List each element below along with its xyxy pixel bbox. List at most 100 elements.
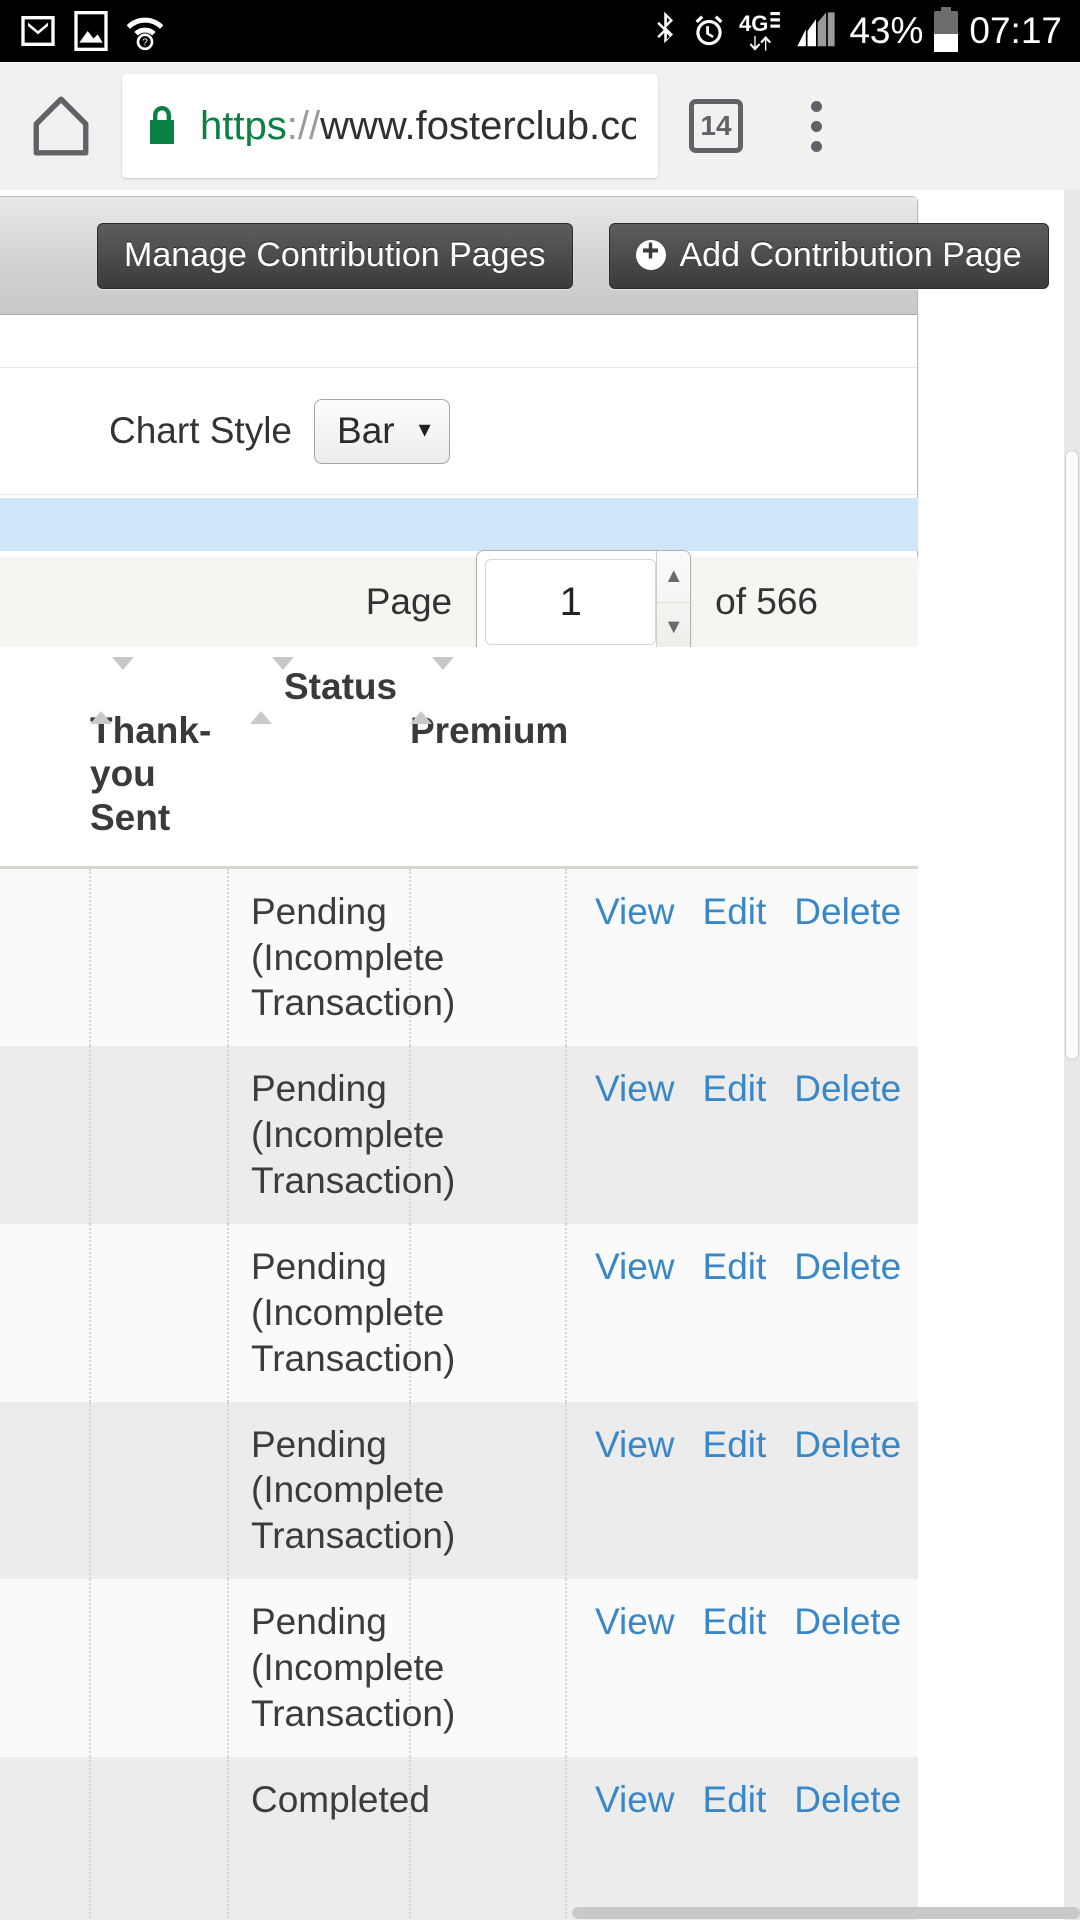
page-scrollbar-thumb[interactable]	[1065, 450, 1079, 1060]
cell-received-date: mber 017 M	[0, 1046, 91, 1224]
url-host: www.fosterclub.com	[320, 106, 636, 146]
browser-menu-button[interactable]	[768, 100, 864, 152]
delete-link[interactable]: Delete	[794, 1777, 901, 1823]
edit-link[interactable]: Edit	[703, 1244, 767, 1290]
battery-percent-label: 43%	[849, 9, 924, 51]
cell-status: Pending (Incomplete Transaction)	[228, 867, 455, 1047]
table-header: eived Thank-you Sent Status Premium	[0, 647, 918, 869]
edit-link[interactable]: Edit	[703, 1599, 767, 1645]
view-link[interactable]: View	[595, 889, 675, 935]
view-link[interactable]: View	[595, 1244, 675, 1290]
chart-style-row: Chart Style Bar ▾	[0, 367, 917, 495]
battery-icon	[934, 6, 959, 52]
delete-link[interactable]: Delete	[794, 889, 901, 935]
lock-icon	[150, 106, 174, 144]
column-header-received[interactable]: eived	[0, 647, 90, 869]
web-page-viewport[interactable]: Manage Contribution Pages + Add Contribu…	[0, 190, 1080, 1920]
cell-thankyou-sent	[90, 1756, 229, 1920]
edit-link[interactable]: Edit	[703, 1066, 767, 1112]
cell-thankyou-sent	[90, 1401, 229, 1580]
table-row: mber 017 M Pending (Incomplete Transactio…	[0, 1579, 918, 1757]
cell-status: Pending (Incomplete Transaction)	[228, 1223, 455, 1402]
column-header-thankyou-sent-label: Thank-you Sent	[90, 709, 212, 838]
clock-label: 07:17	[969, 9, 1062, 51]
url-scheme: https	[200, 106, 287, 146]
manage-contribution-pages-button[interactable]: Manage Contribution Pages	[97, 222, 573, 289]
cell-thankyou-sent	[90, 1223, 229, 1402]
cell-received-date: mber 017 M	[0, 1223, 91, 1402]
cell-received-date: mber 017 M	[0, 1756, 91, 1920]
page-number-stepper[interactable]: 1 ▲ ▼	[476, 550, 692, 654]
cell-status: Completed	[228, 1756, 430, 1920]
page-label: Page	[365, 581, 453, 622]
cell-actions: View Edit Delete	[566, 1401, 918, 1580]
column-header-premium[interactable]: Premium	[410, 647, 568, 869]
cell-actions: View Edit Delete	[566, 867, 918, 1047]
delete-link[interactable]: Delete	[794, 1066, 901, 1112]
svg-text:?: ?	[142, 38, 148, 49]
add-contribution-page-button[interactable]: + Add Contribution Page	[608, 222, 1049, 289]
page-total-label: of 566	[715, 581, 818, 622]
cell-received-date: mber 017 M	[0, 1401, 91, 1580]
table-horizontal-scrollbar-thumb[interactable]	[572, 1907, 1080, 1919]
cell-actions: View Edit Delete	[566, 1223, 918, 1402]
page-number-input[interactable]: 1	[485, 559, 657, 645]
cell-received-date: mber 017 M	[0, 867, 91, 1047]
cell-status: Pending (Incomplete Transaction)	[228, 1046, 455, 1224]
tab-switcher-button[interactable]: 14	[664, 99, 768, 153]
cell-thankyou-sent	[90, 867, 229, 1047]
gmail-icon	[21, 16, 55, 46]
chart-style-value: Bar	[337, 409, 395, 451]
cell-received-date: mber 017 M	[0, 1579, 91, 1757]
sort-arrows-icon[interactable]	[90, 657, 134, 724]
table-row: mber 017 M Completed View Edit Delete	[0, 1756, 918, 1920]
view-link[interactable]: View	[595, 1422, 675, 1468]
column-header-thankyou-sent[interactable]: Thank-you Sent	[90, 647, 228, 869]
url-separator: ://	[286, 106, 321, 146]
edit-link[interactable]: Edit	[703, 1777, 767, 1823]
caret-up-icon[interactable]: ▲	[657, 551, 691, 603]
network-4g-icon: 4G	[739, 11, 781, 36]
address-bar[interactable]: https://www.fosterclub.com	[122, 74, 658, 178]
delete-link[interactable]: Delete	[794, 1422, 901, 1468]
cell-status: Pending (Incomplete Transaction)	[228, 1401, 455, 1580]
table-row: mber 017 M Pending (Incomplete Transactio…	[0, 1046, 918, 1224]
table-header-row: eived Thank-you Sent Status Premium	[0, 647, 918, 869]
page-stepper-buttons[interactable]: ▲ ▼	[656, 551, 691, 654]
cell-status: Pending (Incomplete Transaction)	[228, 1579, 455, 1757]
chart-style-select[interactable]: Bar ▾	[314, 398, 450, 464]
sort-arrows-icon[interactable]	[250, 657, 294, 724]
cell-actions: View Edit Delete	[566, 1579, 918, 1757]
view-link[interactable]: View	[595, 1066, 675, 1112]
contributions-table: eived Thank-you Sent Status Premium mber…	[0, 647, 918, 1920]
cell-actions: View Edit Delete	[566, 1046, 918, 1224]
table-horizontal-scrollbar-track[interactable]	[0, 1906, 1080, 1920]
sort-arrows-icon[interactable]	[410, 657, 454, 724]
cell-thankyou-sent	[90, 1579, 229, 1757]
table-row: mber 017 M Pending (Incomplete Transactio…	[0, 1223, 918, 1402]
tab-count-label: 14	[689, 99, 743, 153]
table-row: mber 017 M Pending (Incomplete Transactio…	[0, 867, 918, 1047]
delete-link[interactable]: Delete	[794, 1244, 901, 1290]
table-row: mber 017 M Pending (Incomplete Transactio…	[0, 1401, 918, 1580]
home-button[interactable]	[0, 93, 122, 159]
cell-premium	[410, 1756, 567, 1920]
svg-text:4G: 4G	[739, 11, 768, 36]
edit-link[interactable]: Edit	[703, 1422, 767, 1468]
edit-link[interactable]: Edit	[703, 889, 767, 935]
cell-actions: View Edit Delete	[566, 1756, 918, 1920]
view-link[interactable]: View	[595, 1599, 675, 1645]
url-text: https://www.fosterclub.com	[200, 106, 636, 146]
column-header-status[interactable]: Status	[228, 647, 410, 869]
column-header-actions	[566, 647, 918, 869]
column-header-status-label: Status	[284, 666, 398, 707]
chart-style-label: Chart Style	[109, 410, 293, 451]
status-bar-notifications: ?	[18, 11, 166, 51]
caret-down-icon[interactable]: ▼	[657, 603, 690, 654]
view-link[interactable]: View	[595, 1777, 675, 1823]
home-icon	[33, 96, 89, 156]
table-body: mber 017 M Pending (Incomplete Transactio…	[0, 867, 918, 1920]
page-scrollbar-track[interactable]	[1064, 190, 1080, 1920]
delete-link[interactable]: Delete	[794, 1599, 901, 1645]
bluetooth-icon	[657, 11, 674, 44]
